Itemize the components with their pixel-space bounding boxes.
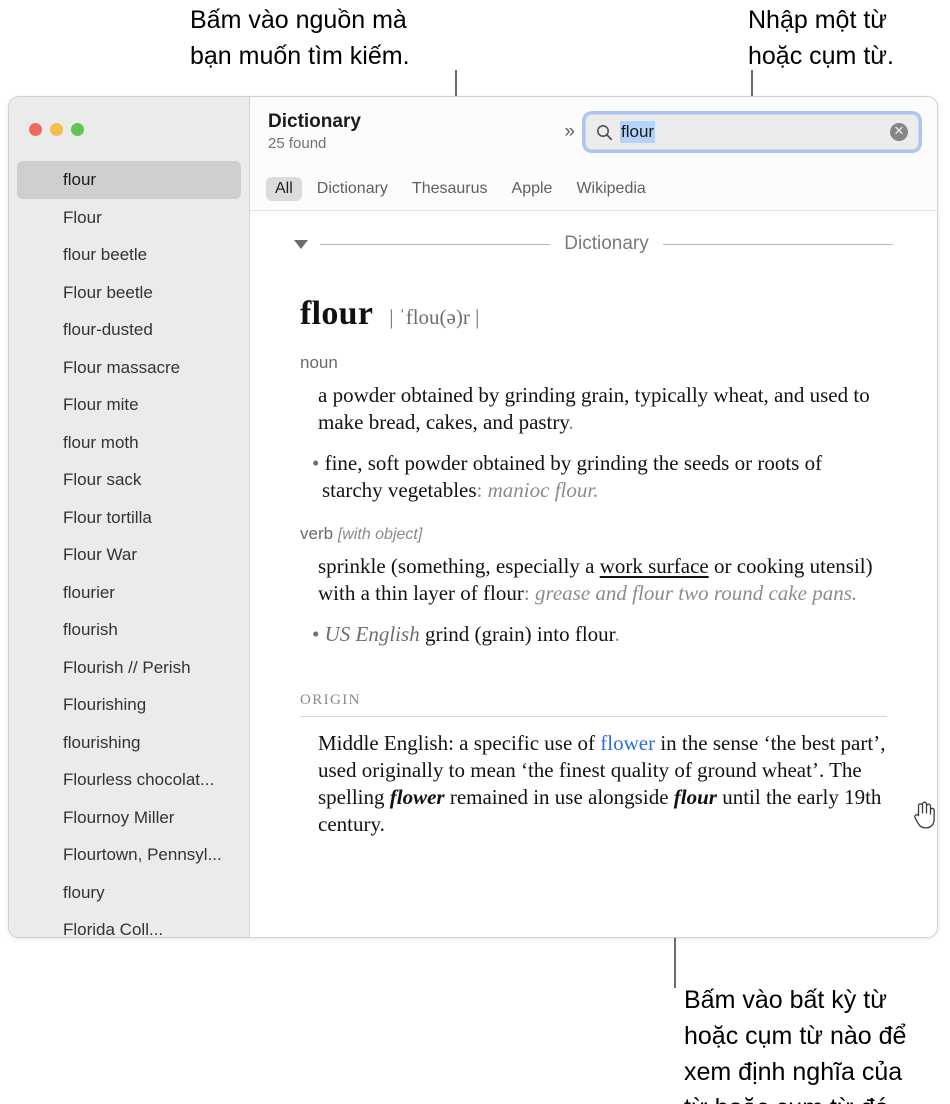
dictionary-entry: flour | ˈflou(ə)r | noun a powder obtain… (294, 295, 893, 838)
noun-subsense-1[interactable]: • fine, soft powder obtained by grinding… (300, 450, 887, 504)
noun-sense-1-text: a powder obtained by grinding grain, typ… (318, 383, 870, 434)
origin-divider (300, 716, 887, 717)
clear-search-icon[interactable]: ✕ (890, 123, 908, 141)
flower-link[interactable]: flower (600, 731, 655, 755)
result-item[interactable]: Flournoy Miller (17, 799, 241, 837)
headword[interactable]: flour (300, 295, 373, 333)
pointing-hand-cursor-icon (910, 799, 936, 829)
origin-italic-flour: flour (673, 785, 717, 809)
origin-italic-flower: flower (389, 785, 445, 809)
chevron-double-right-icon[interactable]: » (564, 121, 574, 143)
verb-sense-1-text-a: sprinkle (something, especially a (318, 554, 600, 578)
verb-subsense-1-period: . (614, 622, 620, 646)
results-count: 25 found (268, 134, 327, 152)
result-item[interactable]: Flourishing (17, 686, 241, 724)
phonetic-transcription: | ˈflou(ə)r | (389, 305, 480, 329)
origin-text[interactable]: Middle English: a specific use of flower… (300, 730, 887, 838)
result-item[interactable]: flour (17, 161, 241, 199)
minimize-button[interactable] (50, 123, 63, 136)
tab-thesaurus[interactable]: Thesaurus (403, 177, 497, 201)
result-item[interactable]: flourier (17, 574, 241, 612)
section-header: Dictionary (294, 233, 894, 255)
result-item[interactable]: Flour tortilla (17, 499, 241, 537)
result-item[interactable]: flour-dusted (17, 311, 241, 349)
callout-right-text: Nhập một từ hoặc cụm từ. (748, 6, 894, 70)
origin-part-c: remained in use alongside (444, 785, 674, 809)
grammar-note: [with object] (337, 526, 423, 543)
disclosure-triangle-icon[interactable] (294, 239, 308, 249)
dictionary-window: flour Flour flour beetle Flour beetle flour-… (8, 96, 938, 938)
window-controls (29, 123, 84, 136)
section-rule-right (662, 243, 894, 245)
sidebar: flour Flour flour beetle Flour beetle flour-… (9, 97, 250, 937)
origin-label: ORIGIN (300, 692, 361, 708)
tab-wikipedia[interactable]: Wikipedia (567, 177, 654, 201)
result-item[interactable]: Flour beetle (17, 274, 241, 312)
regional-label: US English (324, 622, 420, 646)
headword-row: flour | ˈflou(ə)r | (300, 295, 887, 333)
toolbar-title-block: Dictionary 25 found (266, 111, 361, 154)
result-item[interactable]: Flourless chocolat... (17, 761, 241, 799)
noun-subsense-1-example: manioc flour. (487, 478, 599, 502)
tab-apple[interactable]: Apple (503, 177, 562, 201)
screenshot-root: Bấm vào nguồn mà bạn muốn tìm kiếm. Nhập… (0, 0, 950, 1104)
bullet-icon: • (312, 451, 320, 475)
definition-content: Dictionary flour | ˈflou(ə)r | noun a po… (250, 211, 937, 937)
section-rule-left (320, 243, 551, 245)
verb-sense-1-example: grease and flour two round cake pans. (534, 581, 858, 605)
result-item[interactable]: Flourish // Perish (17, 649, 241, 687)
maximize-button[interactable] (71, 123, 84, 136)
pos-label-noun: noun (300, 353, 338, 372)
result-item[interactable]: Flour sack (17, 461, 241, 499)
result-item[interactable]: Florida Coll... (17, 911, 241, 937)
search-input-value[interactable]: flour (620, 121, 656, 143)
noun-sense-1[interactable]: a powder obtained by grinding grain, typ… (300, 382, 887, 436)
verb-subsense-1-text: grind (grain) into flour (419, 622, 615, 646)
result-item[interactable]: Flour massacre (17, 349, 241, 387)
result-item[interactable]: Flourtown, Pennsyl... (17, 836, 241, 874)
pos-label-verb: verb (300, 524, 334, 543)
result-item[interactable]: Flour (17, 199, 241, 237)
result-item[interactable]: flour moth (17, 424, 241, 462)
tab-dictionary[interactable]: Dictionary (308, 177, 397, 201)
result-item[interactable]: Flour mite (17, 386, 241, 424)
result-item[interactable]: Flour War (17, 536, 241, 574)
search-field-wrapper[interactable]: flour ✕ (585, 114, 919, 150)
part-of-speech-verb: verb [with object] (300, 524, 887, 544)
page-title: Dictionary (268, 110, 361, 132)
callout-bottom-text: Bấm vào bất kỳ từ hoặc cụm từ nào để xem… (684, 986, 907, 1104)
section-label: Dictionary (564, 233, 649, 254)
search-icon (596, 124, 613, 141)
search-results-list[interactable]: flour Flour flour beetle Flour beetle flour-… (9, 161, 249, 937)
result-item[interactable]: floury (17, 874, 241, 912)
verb-subsense-1[interactable]: • US English grind (grain) into flour. (300, 621, 887, 648)
noun-subsense-1-colon: : (476, 478, 488, 502)
part-of-speech-noun: noun (300, 353, 887, 373)
main-panel: Dictionary 25 found » flour ✕ All Dictio… (250, 97, 937, 937)
noun-sense-1-period: . (568, 410, 574, 434)
result-item[interactable]: flour beetle (17, 236, 241, 274)
result-item[interactable]: flourishing (17, 724, 241, 762)
verb-sense-1[interactable]: sprinkle (something, especially a work s… (300, 553, 887, 607)
tab-all[interactable]: All (266, 176, 302, 201)
verb-sense-1-colon: : (523, 581, 535, 605)
bullet-icon: • (312, 622, 320, 646)
result-item[interactable]: flourish (17, 611, 241, 649)
toolbar: Dictionary 25 found » flour ✕ (250, 97, 937, 167)
work-surface-link[interactable]: work surface (600, 554, 709, 578)
search-input[interactable]: flour ✕ (585, 114, 919, 150)
origin-part-a: Middle English: a specific use of (318, 731, 601, 755)
close-button[interactable] (29, 123, 42, 136)
callout-left-text: Bấm vào nguồn mà bạn muốn tìm kiếm. (190, 6, 410, 70)
source-tab-bar[interactable]: All Dictionary Thesaurus Apple Wikipedia (250, 167, 937, 211)
